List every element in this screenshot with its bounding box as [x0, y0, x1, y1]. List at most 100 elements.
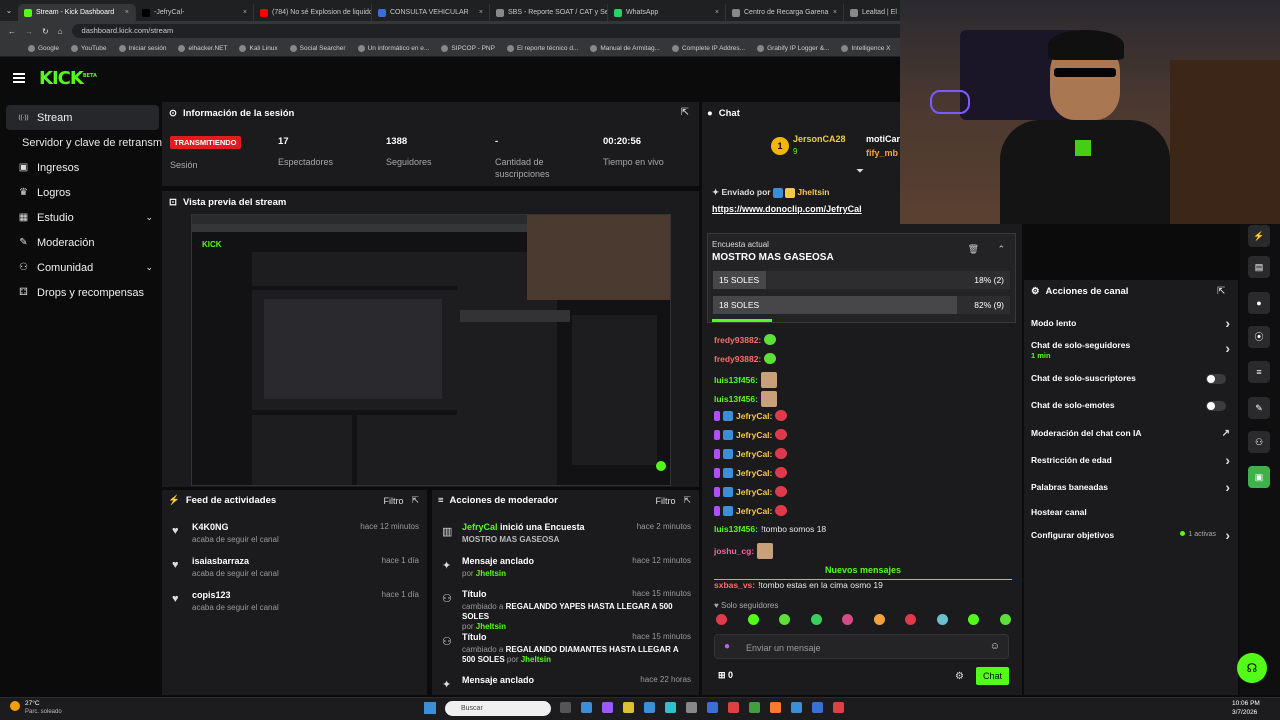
browser-tab[interactable]: Centro de Recarga Garena ×	[726, 4, 844, 21]
forward-icon[interactable]: →	[25, 27, 33, 36]
chat-username[interactable]: fredy93882:	[714, 354, 761, 364]
list-icon[interactable]: ≡	[1248, 361, 1270, 383]
poll-option[interactable]: 15 SOLES 18% (2)	[713, 271, 1010, 289]
browser-tab[interactable]: Stream - Kick Dashboard ×	[18, 4, 136, 21]
taskbar-app-icon[interactable]	[833, 702, 844, 713]
pinned-link[interactable]: https://www.donoclip.com/JefryCal	[712, 204, 862, 214]
chat-username[interactable]: JefryCal:	[736, 449, 772, 459]
home-icon[interactable]: ⌂	[58, 27, 63, 36]
taskbar-app-icon[interactable]	[560, 702, 571, 713]
canal-expand-icon[interactable]: ⇱	[1217, 286, 1225, 297]
emote-icon[interactable]	[999, 614, 1011, 625]
settings-icon[interactable]: ⚙	[955, 671, 964, 682]
bolt-icon[interactable]: ⚡	[1248, 225, 1270, 247]
sidebar-item[interactable]: ▣ Ingresos	[6, 155, 159, 180]
sidebar-item[interactable]: ▦ Estudio ⌄	[6, 205, 159, 230]
sidebar-item-server-key[interactable]: Servidor y clave de retransmisión	[0, 130, 185, 155]
taskbar-app-icon[interactable]	[686, 702, 697, 713]
emote-icon[interactable]	[936, 614, 948, 625]
sidebar-item[interactable]: ♛ Logros	[6, 180, 159, 205]
poll-option[interactable]: 18 SOLES 82% (9)	[713, 296, 1010, 314]
new-messages-divider[interactable]: Nuevos mensajes	[714, 565, 1012, 580]
chat-username[interactable]: JefryCal:	[736, 430, 772, 440]
broadcast-icon[interactable]: ⦿	[1248, 326, 1270, 348]
chat-username[interactable]: JefryCal:	[736, 487, 772, 497]
bookmark[interactable]: SIPCOP - PNP	[441, 45, 495, 52]
taskbar-app-icon[interactable]	[665, 702, 676, 713]
mod-expand-icon[interactable]: ⇱	[683, 495, 691, 506]
chat-username[interactable]: luis13f456:	[714, 375, 758, 385]
collapse-icon[interactable]: ⏷	[856, 166, 864, 177]
close-icon[interactable]: ×	[243, 9, 247, 16]
bookmark[interactable]: Grabify IP Logger &...	[757, 45, 829, 52]
bookmark[interactable]: El reporte técnico d...	[506, 45, 578, 52]
chat-username[interactable]: joshu_cg:	[714, 546, 754, 556]
chat-username[interactable]: luis13f456:	[714, 524, 758, 534]
taskbar-app-icon[interactable]	[581, 702, 592, 713]
taskbar-app-icon[interactable]	[644, 702, 655, 713]
wrench-icon[interactable]: ✎	[1248, 397, 1270, 419]
chat-username[interactable]: JefryCal:	[736, 468, 772, 478]
bookmark[interactable]: Kali Linux	[239, 45, 278, 52]
browser-tab[interactable]: CONSULTA VEHICULAR ×	[372, 4, 490, 21]
chat-input[interactable]: ● Enviar un mensaje ☺	[714, 634, 1009, 659]
bookmark[interactable]: Google	[28, 45, 59, 52]
emote-icon[interactable]	[873, 614, 885, 625]
feed-expand-icon[interactable]: ⇱	[411, 495, 419, 506]
chat-username[interactable]: JefryCal:	[736, 411, 772, 421]
channel-action-row[interactable]: Hostear canal	[1031, 507, 1230, 517]
bookmark[interactable]: elhacker.NET	[178, 45, 227, 52]
browser-tab[interactable]: WhatsApp ×	[608, 4, 726, 21]
taskbar-app-icon[interactable]	[749, 702, 760, 713]
bookmark[interactable]: YouTube	[70, 45, 107, 52]
channel-action-row[interactable]: Configurar objetivos › 1 activas	[1031, 527, 1230, 543]
toggle-switch[interactable]	[1206, 401, 1226, 411]
toggle-switch[interactable]	[1206, 374, 1226, 384]
url-input[interactable]: dashboard.kick.com/stream	[71, 24, 922, 38]
expand-icon[interactable]: ⇱	[681, 107, 689, 118]
chat-username[interactable]: fredy93882:	[714, 335, 761, 345]
game-icon[interactable]: ▣	[1248, 466, 1270, 488]
taskbar-app-icon[interactable]	[602, 702, 613, 713]
close-icon[interactable]: ×	[715, 9, 719, 16]
users-icon[interactable]: ⚇	[1248, 431, 1270, 453]
sidebar-item[interactable]: ((·)) Stream	[6, 105, 159, 130]
taskbar-app-icon[interactable]	[707, 702, 718, 713]
help-icon[interactable]: ☊	[1237, 653, 1267, 683]
close-icon[interactable]: ×	[479, 9, 483, 16]
kick-logo[interactable]: KICKBETA	[39, 68, 97, 89]
taskbar-search[interactable]: Buscar	[445, 701, 551, 716]
taskbar-app-icon[interactable]	[791, 702, 802, 713]
sidebar-item[interactable]: ⚇ Comunidad ⌄	[6, 255, 159, 280]
channel-action-row[interactable]: Palabras baneadas ›	[1031, 479, 1230, 495]
emote-icon[interactable]	[810, 614, 822, 625]
channel-action-row[interactable]: Chat de solo-suscriptores	[1031, 373, 1230, 384]
tab-menu-icon[interactable]: ⌄	[0, 6, 18, 15]
mod-filter-button[interactable]: Filtro	[655, 496, 675, 506]
trash-icon[interactable]: 🗑	[968, 244, 979, 255]
clipboard-icon[interactable]: ▤	[1248, 256, 1270, 278]
emote-icon[interactable]	[905, 614, 917, 625]
sidebar-item[interactable]: ⚃ Drops y recompensas	[6, 280, 159, 305]
stream-preview-video[interactable]: KICK	[191, 214, 671, 486]
bookmark[interactable]: Manual de Armitag...	[590, 45, 660, 52]
emote-icon[interactable]	[747, 614, 759, 625]
close-icon[interactable]: ×	[125, 9, 129, 16]
browser-tab[interactable]: -JefryCal- ×	[136, 4, 254, 21]
close-icon[interactable]: ×	[833, 9, 837, 16]
taskbar-app-icon[interactable]	[728, 702, 739, 713]
emote-icon[interactable]	[779, 614, 791, 625]
bookmark[interactable]: Social Searcher	[289, 45, 346, 52]
browser-tab[interactable]: (784) No sé Explosion de liquido×	[254, 4, 372, 21]
points-counter[interactable]: ⊞ 0	[718, 670, 733, 681]
bookmark[interactable]: Un informático en e...	[357, 45, 429, 52]
emote-icon[interactable]	[842, 614, 854, 625]
chat-username[interactable]: JefryCal:	[736, 506, 772, 516]
chevron-up-icon[interactable]: ⌃	[997, 244, 1005, 255]
sidebar-item[interactable]: ✎ Moderación	[6, 230, 159, 255]
emote-icon[interactable]	[968, 614, 980, 625]
menu-icon[interactable]	[13, 73, 25, 83]
channel-action-row[interactable]: Moderación del chat con IA ↗	[1031, 428, 1230, 439]
chat-send-button[interactable]: Chat	[976, 667, 1009, 685]
channel-action-row[interactable]: Restricción de edad ›	[1031, 452, 1230, 468]
